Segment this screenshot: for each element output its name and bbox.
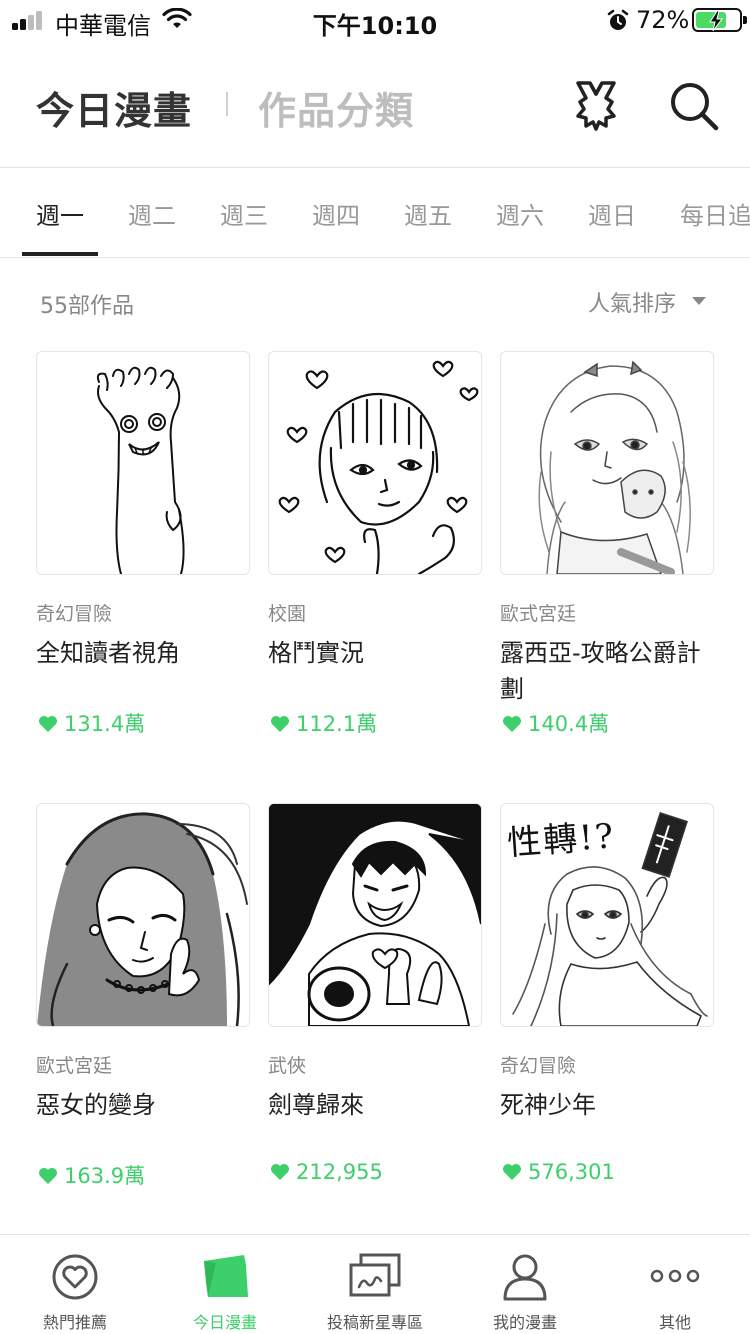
comic-genre: 歐式宮廷 bbox=[500, 603, 577, 625]
more-icon bbox=[650, 1269, 700, 1283]
likes-count: 163.9萬 bbox=[64, 1164, 146, 1188]
comic-card[interactable]: 性轉!? 奇幻冒險 死神少年 576,301 bbox=[500, 803, 714, 1184]
sort-dropdown[interactable]: 人氣排序 bbox=[588, 286, 676, 318]
comic-likes: 576,301 bbox=[502, 1160, 615, 1184]
comic-title[interactable]: 死神少年 bbox=[500, 1087, 714, 1123]
tab-thursday[interactable]: 週四 bbox=[312, 196, 360, 231]
nav-label: 今日漫畫 bbox=[192, 1313, 257, 1332]
comic-thumbnail[interactable] bbox=[268, 803, 482, 1027]
tab-sunday[interactable]: 週日 bbox=[588, 196, 636, 231]
tab-wednesday[interactable]: 週三 bbox=[220, 196, 268, 231]
comic-title[interactable]: 劍尊歸來 bbox=[268, 1087, 482, 1123]
likes-count: 131.4萬 bbox=[64, 712, 146, 736]
comic-thumbnail[interactable] bbox=[500, 351, 714, 575]
caret-down-icon[interactable] bbox=[692, 297, 706, 305]
comic-title[interactable]: 露西亞-攻略公爵計劃 bbox=[500, 635, 714, 707]
tab-saturday[interactable]: 週六 bbox=[496, 196, 544, 231]
comic-title[interactable]: 惡女的變身 bbox=[36, 1087, 250, 1123]
comic-card[interactable]: 武俠 劍尊歸來 212,955 bbox=[268, 803, 482, 1184]
app-header: 今日漫畫 作品分類 bbox=[0, 40, 750, 168]
header-title-today[interactable]: 今日漫畫 bbox=[36, 80, 192, 135]
heart-icon bbox=[503, 1164, 521, 1180]
header-title-categories[interactable]: 作品分類 bbox=[258, 80, 414, 135]
nav-label: 熱門推薦 bbox=[42, 1313, 107, 1332]
nav-item-more[interactable]: 其他 bbox=[600, 1235, 750, 1334]
heart-icon bbox=[503, 716, 521, 732]
heart-icon bbox=[39, 716, 57, 732]
comic-card[interactable]: 歐式宮廷 露西亞-攻略公爵計劃 140.4萬 bbox=[500, 351, 714, 736]
header-divider bbox=[226, 92, 228, 116]
nav-item-my-comics[interactable]: 我的漫畫 bbox=[450, 1235, 600, 1334]
comic-likes: 140.4萬 bbox=[502, 708, 609, 738]
battery-percent: 72% bbox=[636, 6, 690, 34]
heart-icon bbox=[271, 716, 289, 732]
comic-genre: 奇幻冒險 bbox=[36, 603, 113, 625]
nav-label: 我的漫畫 bbox=[492, 1313, 557, 1332]
search-icon[interactable] bbox=[668, 80, 720, 132]
comic-likes: 112.1萬 bbox=[270, 708, 377, 738]
status-bar: 中華電信 下午10:10 72% bbox=[0, 0, 750, 40]
comic-card[interactable]: 校園 格鬥實況 112.1萬 bbox=[268, 351, 482, 736]
user-icon bbox=[503, 1254, 547, 1301]
heart-icon bbox=[271, 1164, 289, 1180]
battery-icon bbox=[692, 8, 747, 32]
comic-thumbnail[interactable] bbox=[36, 803, 250, 1027]
comic-genre: 歐式宮廷 bbox=[36, 1055, 113, 1077]
thumbnail-caption: 性轉!? bbox=[505, 816, 617, 864]
tab-friday[interactable]: 週五 bbox=[404, 196, 452, 231]
submission-icon bbox=[349, 1253, 401, 1297]
likes-count: 212,955 bbox=[296, 1160, 383, 1184]
likes-count: 576,301 bbox=[528, 1160, 615, 1184]
likes-count: 140.4萬 bbox=[528, 712, 610, 736]
comic-thumbnail[interactable] bbox=[36, 351, 250, 575]
bottom-navigation: 熱門推薦 今日漫畫 投稿新星專區 我的漫畫 其他 bbox=[0, 1234, 750, 1334]
tab-tuesday[interactable]: 週二 bbox=[128, 196, 176, 231]
heart-circle-icon bbox=[52, 1254, 98, 1300]
comic-genre: 奇幻冒險 bbox=[500, 1055, 577, 1077]
badge-icon[interactable] bbox=[572, 80, 620, 132]
alarm-icon bbox=[607, 9, 629, 30]
comic-likes: 163.9萬 bbox=[38, 1160, 145, 1190]
comic-book-icon bbox=[204, 1255, 248, 1297]
work-count: 55部作品 bbox=[40, 294, 134, 319]
comic-card[interactable]: 歐式宮廷 惡女的變身 163.9萬 bbox=[36, 803, 250, 1188]
charging-bolt-icon bbox=[709, 11, 723, 31]
comic-likes: 212,955 bbox=[270, 1160, 383, 1184]
active-tab-indicator bbox=[22, 252, 98, 256]
comic-likes: 131.4萬 bbox=[38, 708, 145, 738]
comic-title[interactable]: 格鬥實況 bbox=[268, 635, 482, 671]
nav-label: 其他 bbox=[658, 1313, 691, 1332]
heart-icon bbox=[39, 1168, 57, 1184]
tab-monday[interactable]: 週一 bbox=[36, 196, 84, 231]
comic-genre: 武俠 bbox=[268, 1055, 307, 1077]
nav-item-submission[interactable]: 投稿新星專區 bbox=[300, 1235, 450, 1334]
likes-count: 112.1萬 bbox=[296, 712, 378, 736]
comic-card[interactable]: 奇幻冒險 全知讀者視角 131.4萬 bbox=[36, 351, 250, 736]
nav-item-hot[interactable]: 熱門推薦 bbox=[0, 1235, 150, 1334]
comic-title[interactable]: 全知讀者視角 bbox=[36, 635, 250, 671]
nav-item-today[interactable]: 今日漫畫 bbox=[150, 1235, 300, 1334]
tab-daily[interactable]: 每日追 bbox=[680, 196, 750, 231]
comic-thumbnail[interactable] bbox=[268, 351, 482, 575]
nav-label: 投稿新星專區 bbox=[326, 1313, 423, 1332]
comic-genre: 校園 bbox=[268, 603, 307, 625]
weekday-tabs: 週一 週二 週三 週四 週五 週六 週日 每日追 bbox=[0, 168, 750, 258]
comic-thumbnail[interactable]: 性轉!? bbox=[500, 803, 714, 1027]
